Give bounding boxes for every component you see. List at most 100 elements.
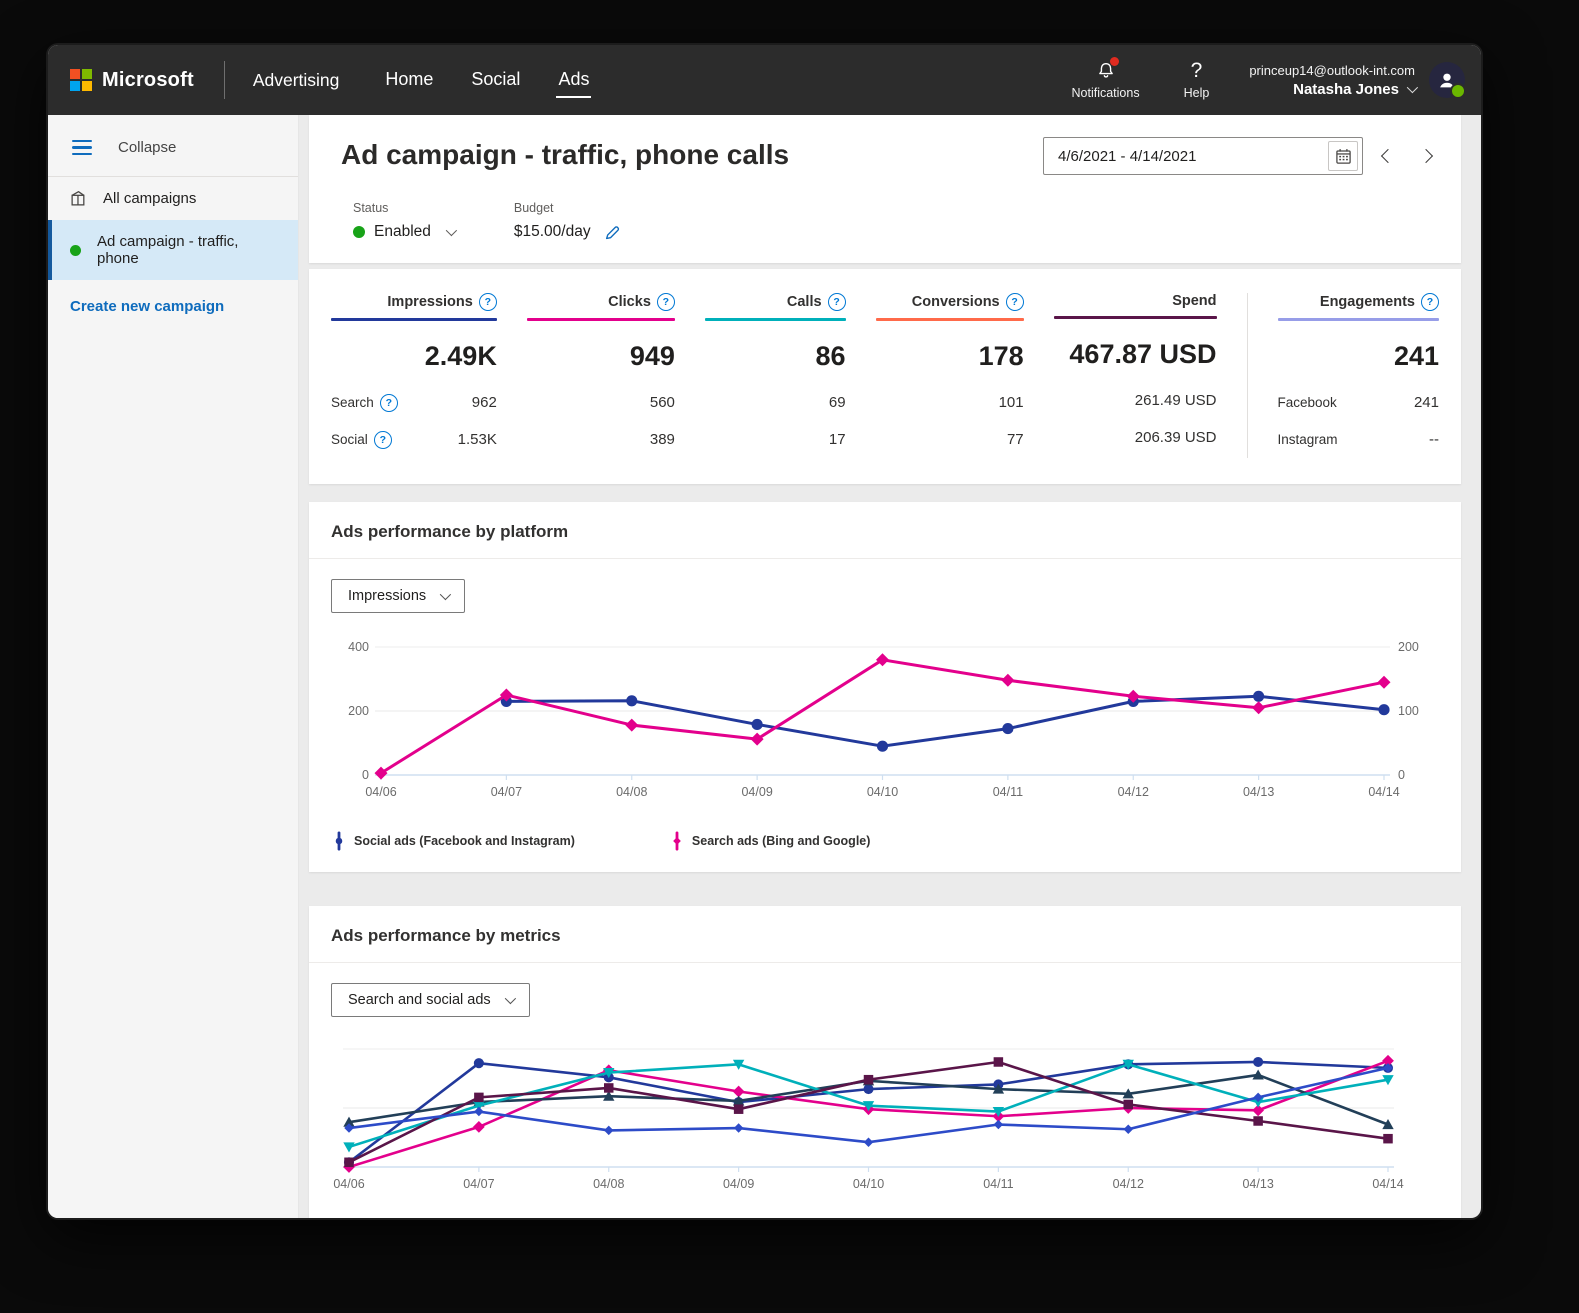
help-icon[interactable]: ? — [828, 293, 846, 311]
svg-text:04/07: 04/07 — [491, 785, 522, 799]
metric-total: 467.87 USD — [1054, 339, 1217, 370]
svg-text:100: 100 — [1398, 704, 1419, 718]
metric-column-spend: Spend467.87 USD261.49 USD206.39 USD — [1054, 293, 1217, 458]
status-label: Status — [353, 201, 454, 215]
brand-name: Microsoft — [102, 69, 194, 92]
top-bar: Microsoft Advertising Home Social Ads No… — [48, 45, 1481, 115]
notifications-button[interactable]: Notifications — [1072, 60, 1140, 100]
status-dropdown[interactable]: Enabled — [353, 223, 454, 241]
metric-total: 241 — [1278, 341, 1440, 372]
metric-total: 86 — [705, 341, 846, 372]
metric-label: Clicks — [608, 294, 651, 310]
svg-text:04/12: 04/12 — [1118, 785, 1149, 799]
dropdown-value: Search and social ads — [348, 992, 491, 1008]
metric-subrow: 261.49 USD — [1054, 382, 1217, 419]
metric-subrow: 69 — [705, 384, 846, 421]
svg-text:04/06: 04/06 — [333, 1177, 364, 1191]
chevron-down-icon — [440, 589, 451, 600]
metric-column-engagements: Engagements?241Facebook241Instagram-- — [1247, 293, 1440, 458]
legend-marker-icon — [333, 830, 345, 852]
status-enabled-dot-icon — [353, 226, 365, 238]
metric-select-dropdown[interactable]: Impressions — [331, 579, 465, 613]
chevron-right-icon — [1419, 149, 1433, 163]
page-title: Ad campaign - traffic, phone calls — [341, 139, 789, 171]
presence-dot — [1450, 83, 1466, 99]
svg-text:200: 200 — [1398, 640, 1419, 654]
svg-text:04/08: 04/08 — [593, 1177, 624, 1191]
metric-subrow: 101 — [876, 384, 1024, 421]
account-menu[interactable]: princeup14@outlook-int.com Natasha Jones — [1249, 63, 1415, 98]
platform-line-chart: 04/0604/0704/0804/0904/1004/1104/1204/13… — [331, 629, 1442, 815]
budget-value: $15.00/day — [514, 223, 591, 241]
metric-subrow: 389 — [527, 421, 675, 458]
metric-total: 949 — [527, 341, 675, 372]
chart-card-platform: Ads performance by platform Impressions … — [309, 502, 1461, 872]
create-new-campaign-link[interactable]: Create new campaign — [48, 280, 298, 333]
nav-tab-social[interactable]: Social — [469, 63, 522, 98]
help-icon[interactable]: ? — [657, 293, 675, 311]
legend-item-social-ads-facebook-and-instagram[interactable]: Social ads (Facebook and Instagram) — [333, 830, 575, 852]
notification-badge — [1110, 57, 1119, 66]
sidebar-item-all-campaigns[interactable]: All campaigns — [48, 177, 298, 220]
metric-subrow-label: Instagram — [1278, 432, 1338, 447]
top-nav: Home Social Ads — [383, 45, 591, 115]
previous-date-range-button[interactable] — [1375, 141, 1401, 171]
metric-subrow: Instagram-- — [1278, 421, 1440, 458]
legend-label: Social ads (Facebook and Instagram) — [354, 834, 575, 848]
svg-text:04/14: 04/14 — [1372, 1177, 1403, 1191]
sidebar-item-current-campaign[interactable]: Ad campaign - traffic, phone — [48, 220, 298, 280]
avatar[interactable] — [1429, 62, 1465, 98]
nav-tab-home[interactable]: Home — [383, 63, 435, 98]
metric-subrow-value: 17 — [705, 431, 846, 448]
user-name: Natasha Jones — [1293, 81, 1399, 98]
collapse-button[interactable]: Collapse — [48, 115, 298, 177]
campaign-header-card: Ad campaign - traffic, phone calls — [309, 115, 1461, 263]
edit-pencil-icon[interactable] — [604, 224, 621, 241]
budget-label: Budget — [514, 201, 621, 215]
chevron-down-icon — [504, 993, 515, 1004]
calendar-button[interactable] — [1328, 141, 1358, 171]
next-date-range-button[interactable] — [1413, 141, 1439, 171]
sidebar-item-label: Ad campaign - traffic, phone — [97, 233, 282, 267]
nav-tab-ads[interactable]: Ads — [556, 63, 591, 98]
date-range-input[interactable] — [1056, 147, 1280, 166]
metric-column-calls: Calls?866917 — [705, 293, 846, 458]
chevron-down-icon — [446, 225, 457, 236]
svg-text:04/08: 04/08 — [616, 785, 647, 799]
metric-subrow-label: Social? — [331, 431, 392, 449]
enabled-dot-icon — [70, 245, 81, 256]
metric-subrow: Facebook241 — [1278, 384, 1440, 421]
help-icon[interactable]: ? — [380, 394, 398, 412]
help-icon[interactable]: ? — [1006, 293, 1024, 311]
collapse-label: Collapse — [118, 139, 176, 156]
metric-subrow: Search?962 — [331, 384, 497, 421]
user-email: princeup14@outlook-int.com — [1249, 63, 1415, 78]
hamburger-icon — [72, 140, 92, 155]
help-button[interactable]: ? Help — [1184, 60, 1210, 100]
platform-select-dropdown[interactable]: Search and social ads — [331, 983, 530, 1017]
metric-subrow-value: 206.39 USD — [1054, 429, 1217, 446]
help-icon[interactable]: ? — [479, 293, 497, 311]
svg-text:04/10: 04/10 — [867, 785, 898, 799]
legend-item-search-ads-bing-and-google[interactable]: Search ads (Bing and Google) — [671, 830, 871, 852]
metric-underline — [527, 318, 675, 321]
svg-text:200: 200 — [348, 704, 369, 718]
metric-subrow-value: 389 — [527, 431, 675, 448]
metric-underline — [331, 318, 497, 321]
date-controls — [1043, 137, 1439, 175]
metric-underline — [1054, 316, 1217, 319]
svg-text:04/13: 04/13 — [1243, 785, 1274, 799]
chart-title: Ads performance by metrics — [309, 906, 1461, 962]
status-block: Status Enabled — [353, 201, 454, 241]
metric-underline — [705, 318, 846, 321]
metric-subrow: 77 — [876, 421, 1024, 458]
chevron-down-icon — [1407, 82, 1418, 93]
help-label: Help — [1184, 86, 1210, 100]
topbar-divider — [224, 61, 225, 99]
date-range-field[interactable] — [1043, 137, 1363, 175]
metric-subrow-value: 261.49 USD — [1054, 392, 1217, 409]
help-icon[interactable]: ? — [374, 431, 392, 449]
metrics-line-chart: 04/0604/0704/0804/0904/1004/1104/1204/13… — [331, 1033, 1442, 1209]
help-icon[interactable]: ? — [1421, 293, 1439, 311]
sidebar-item-label: All campaigns — [103, 190, 196, 207]
